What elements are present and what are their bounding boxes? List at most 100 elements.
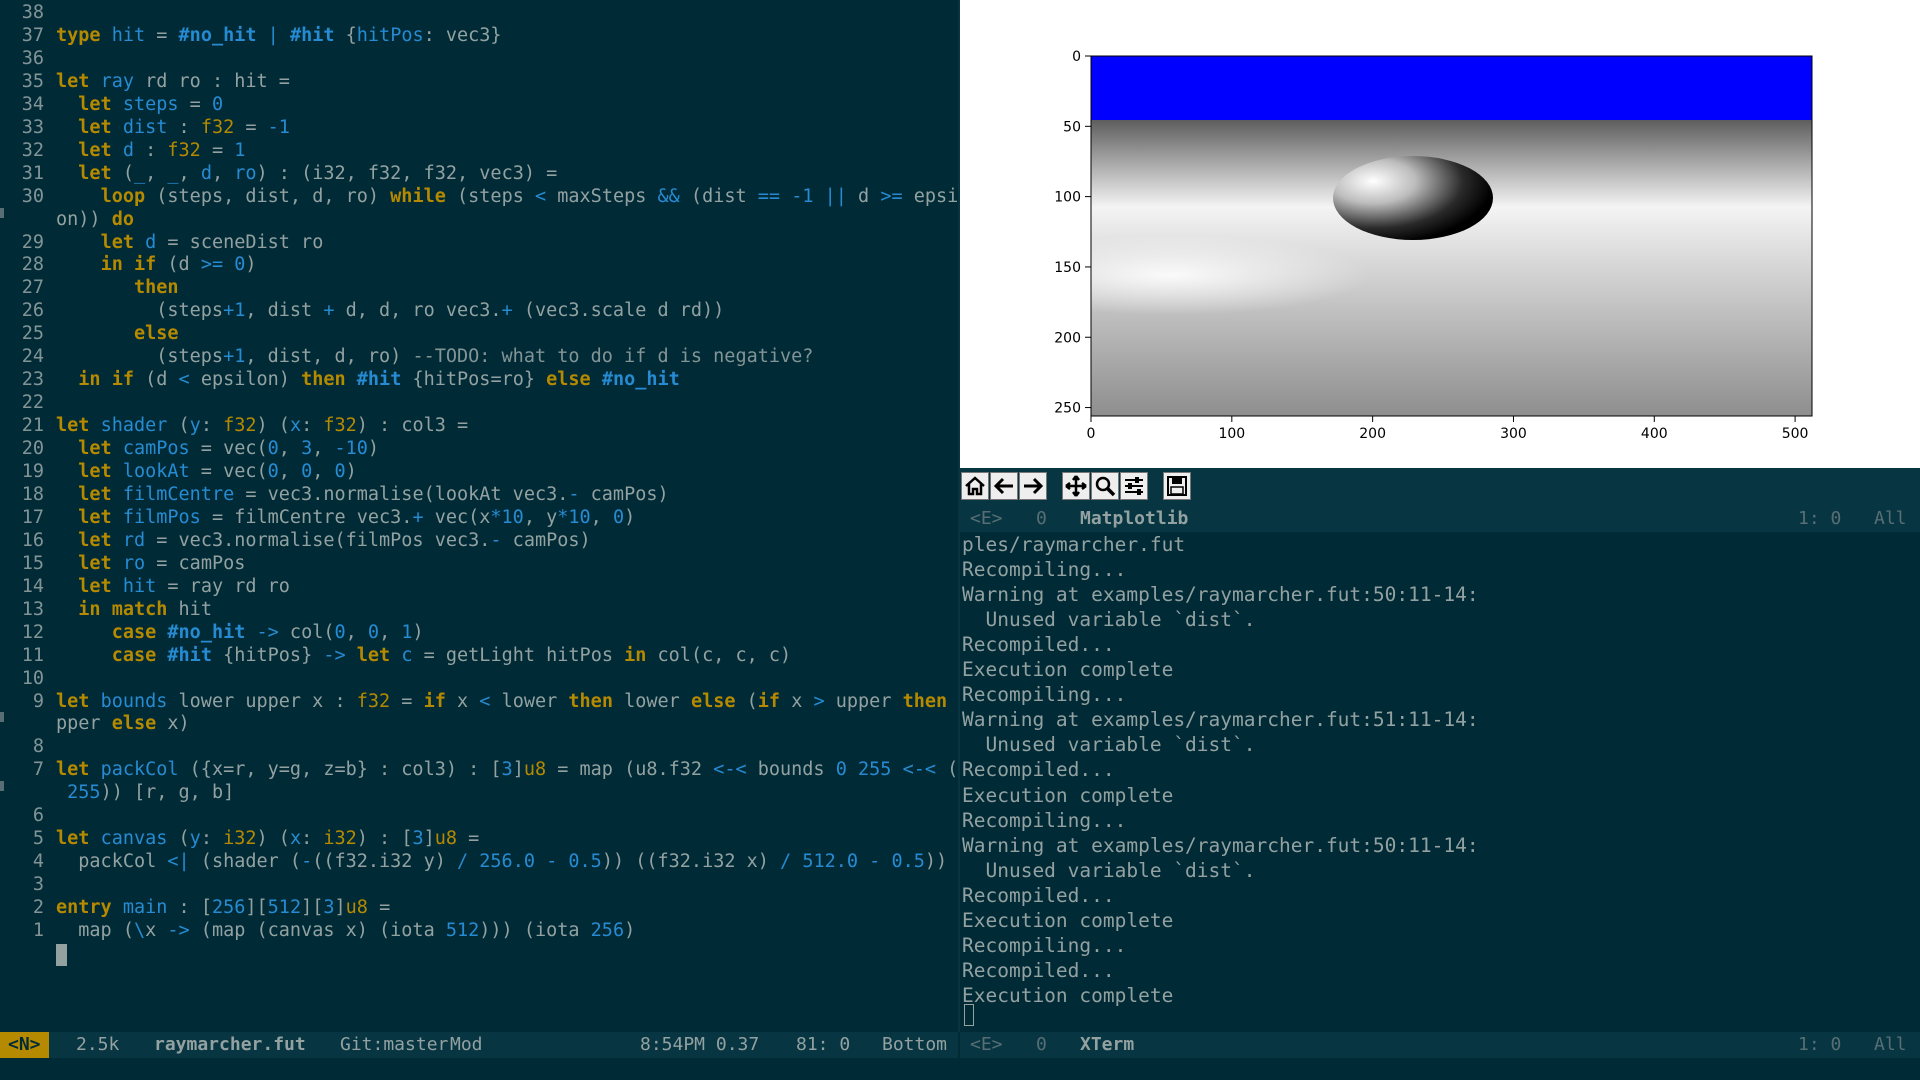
cursor-position: 81: 0: [796, 1034, 851, 1055]
code-line[interactable]: 33 let dist : f32 = -1: [0, 116, 958, 139]
code-line[interactable]: 7 let packCol ({x=r, y=g, z=b} : col3) : …: [0, 758, 958, 781]
code-text: pper else x): [56, 713, 190, 735]
code-line[interactable]: 20 let camPos = vec(0, 3, -10): [0, 437, 958, 460]
line-number: 23: [21, 369, 44, 391]
code-line[interactable]: pper else x): [0, 712, 958, 735]
code-line[interactable]: 25 else: [0, 322, 958, 345]
line-number: 14: [21, 575, 44, 597]
buffer-name: raymarcher.fut: [154, 1034, 306, 1055]
x-tick-label: 200: [1359, 426, 1386, 442]
code-text: case #no_hit -> col(0, 0, 1): [111, 621, 424, 643]
line-number: 8: [32, 736, 44, 758]
code-text: let canvas (y: i32) (x: i32) : [3]u8 =: [56, 828, 480, 850]
terminal-line: Recompiled...: [962, 883, 1115, 907]
code-line[interactable]: 2 entry main : [256][512][3]u8 =: [0, 896, 958, 919]
home-button[interactable]: [961, 472, 989, 500]
line-number: 13: [21, 598, 44, 620]
image-axes: [970, 55, 1813, 417]
code-line[interactable]: 37 type hit = #no_hit | #hit {hitPos: vec…: [0, 24, 958, 47]
code-line[interactable]: 1 map (\x -> (map (canvas x) (iota 512))…: [0, 919, 958, 942]
code-line[interactable]: 15 let ro = camPos: [0, 552, 958, 575]
code-line[interactable]: 5 let canvas (y: i32) (x: i32) : [3]u8 =: [0, 827, 958, 850]
line-number: 4: [32, 851, 44, 873]
buffer-name: XTerm: [1080, 1034, 1135, 1055]
code-line[interactable]: 30 loop (steps, dist, d, ro) while (step…: [0, 185, 958, 208]
configure-subplots-button[interactable]: [1120, 472, 1148, 500]
code-line[interactable]: 255)) [r, g, b]: [0, 781, 958, 804]
cursor-position: 1: 0: [1798, 508, 1842, 529]
terminal-line: Warning at examples/raymarcher.fut:50:11…: [962, 583, 1479, 607]
code-line[interactable]: 18 let filmCentre = vec3.normalise(lookA…: [0, 483, 958, 506]
code-line[interactable]: 34 let steps = 0: [0, 93, 958, 116]
evil-state: <E>: [970, 1034, 1003, 1055]
code-line[interactable]: 10: [0, 667, 958, 690]
code-line[interactable]: 26 (steps+1, dist + d, d, ro vec3.+ (vec…: [0, 299, 958, 322]
code-line[interactable]: 22: [0, 391, 958, 414]
y-tick-label: 0: [1072, 49, 1081, 65]
echo-area[interactable]: [0, 1058, 1920, 1080]
floor-highlight: [970, 235, 1370, 315]
code-text: let ro = camPos: [78, 552, 246, 574]
line-number: 20: [21, 438, 44, 460]
code-line[interactable]: 21 let shader (y: f32) (x: f32) : col3 =: [0, 414, 958, 437]
code-line[interactable]: 8: [0, 735, 958, 758]
line-number: 12: [21, 621, 44, 643]
code-line[interactable]: 17 let filmPos = filmCentre vec3.+ vec(x…: [0, 506, 958, 529]
code-line[interactable]: 27 then: [0, 276, 958, 299]
line-number: 27: [21, 277, 44, 299]
forward-button[interactable]: [1019, 472, 1047, 500]
terminal-line: Recompiling...: [962, 808, 1127, 832]
code-text: packCol <| (shader (-((f32.i32 y) / 256.…: [56, 851, 948, 873]
code-line[interactable]: on)) do: [0, 207, 958, 231]
code-text: let packCol ({x=r, y=g, z=b} : col3) : […: [56, 759, 958, 781]
pan-icon: [1065, 475, 1087, 497]
code-editor[interactable]: 38 37 type hit = #no_hit | #hit {hitPos: v…: [0, 0, 958, 1032]
matplotlib-modeline: <E> 0 Matplotlib 1: 0 All: [960, 506, 1920, 532]
code-line[interactable]: 29 let d = sceneDist ro: [0, 231, 958, 254]
scroll-position: All: [1874, 1034, 1907, 1055]
zoom-icon: [1095, 476, 1116, 497]
raymarch-render-plot: 0 100 200 300 400 500 0 50 100 150 200 250: [970, 49, 1813, 442]
line-number: 24: [21, 346, 44, 368]
zoom-button[interactable]: [1091, 472, 1119, 500]
code-text: let hit = ray rd ro: [78, 575, 290, 597]
code-line[interactable]: 9 let bounds lower upper x : f32 = if x <…: [0, 690, 958, 713]
code-line[interactable]: 38: [0, 1, 958, 24]
code-line[interactable]: 36: [0, 47, 958, 70]
y-tick-label: 50: [1063, 119, 1081, 135]
code-line[interactable]: 28 in if (d >= 0): [0, 253, 958, 276]
terminal-line: Execution complete: [962, 658, 1174, 682]
code-line[interactable]: 6: [0, 804, 958, 827]
terminal-line: Recompiled...: [962, 958, 1115, 982]
terminal-line: Unused variable `dist`.: [962, 608, 1256, 632]
code-text: case #hit {hitPos} -> let c = getLight h…: [111, 644, 792, 666]
code-line[interactable]: 32 let d : f32 = 1: [0, 139, 958, 162]
xterm-terminal[interactable]: ples/raymarcher.fut Recompiling... Warning…: [960, 532, 1920, 1030]
forward-icon: [1024, 477, 1044, 495]
line-number: 10: [21, 667, 44, 689]
code-line[interactable]: 16 let rd = vec3.normalise(filmPos vec3.…: [0, 529, 958, 552]
code-text: in match hit: [78, 598, 212, 620]
pan-button[interactable]: [1062, 472, 1090, 500]
code-line[interactable]: 19 let lookAt = vec(0, 0, 0): [0, 460, 958, 483]
code-line[interactable]: 11 case #hit {hitPos} -> let c = getLigh…: [0, 644, 958, 667]
code-text: map (\x -> (map (canvas x) (iota 512))) …: [56, 920, 636, 941]
code-line[interactable]: 31 let (_, _, d, ro) : (i32, f32, f32, v…: [0, 162, 958, 185]
code-line[interactable]: 13 in match hit: [0, 598, 958, 621]
line-number: 22: [21, 392, 44, 414]
code-line[interactable]: 4 packCol <| (shader (-((f32.i32 y) / 25…: [0, 850, 958, 873]
code-line[interactable]: 35 let ray rd ro : hit =: [0, 70, 958, 93]
code-line[interactable]: 23 in if (d < epsilon) then #hit {hitPos…: [0, 368, 958, 391]
code-line[interactable]: 24 (steps+1, dist, d, ro) --TODO: what t…: [0, 345, 958, 368]
code-line[interactable]: 14 let hit = ray rd ro: [0, 575, 958, 598]
code-line[interactable]: 12 case #no_hit -> col(0, 0, 1): [0, 621, 958, 644]
y-tick-label: 200: [1054, 330, 1081, 346]
code-line[interactable]: 3: [0, 873, 958, 896]
y-tick-label: 100: [1054, 190, 1081, 206]
wrap-indicator: [0, 712, 4, 723]
line-number: 30: [21, 185, 44, 207]
back-button[interactable]: [990, 472, 1018, 500]
line-number: 28: [21, 254, 44, 276]
save-button[interactable]: [1163, 472, 1191, 500]
line-number: 26: [21, 300, 44, 322]
